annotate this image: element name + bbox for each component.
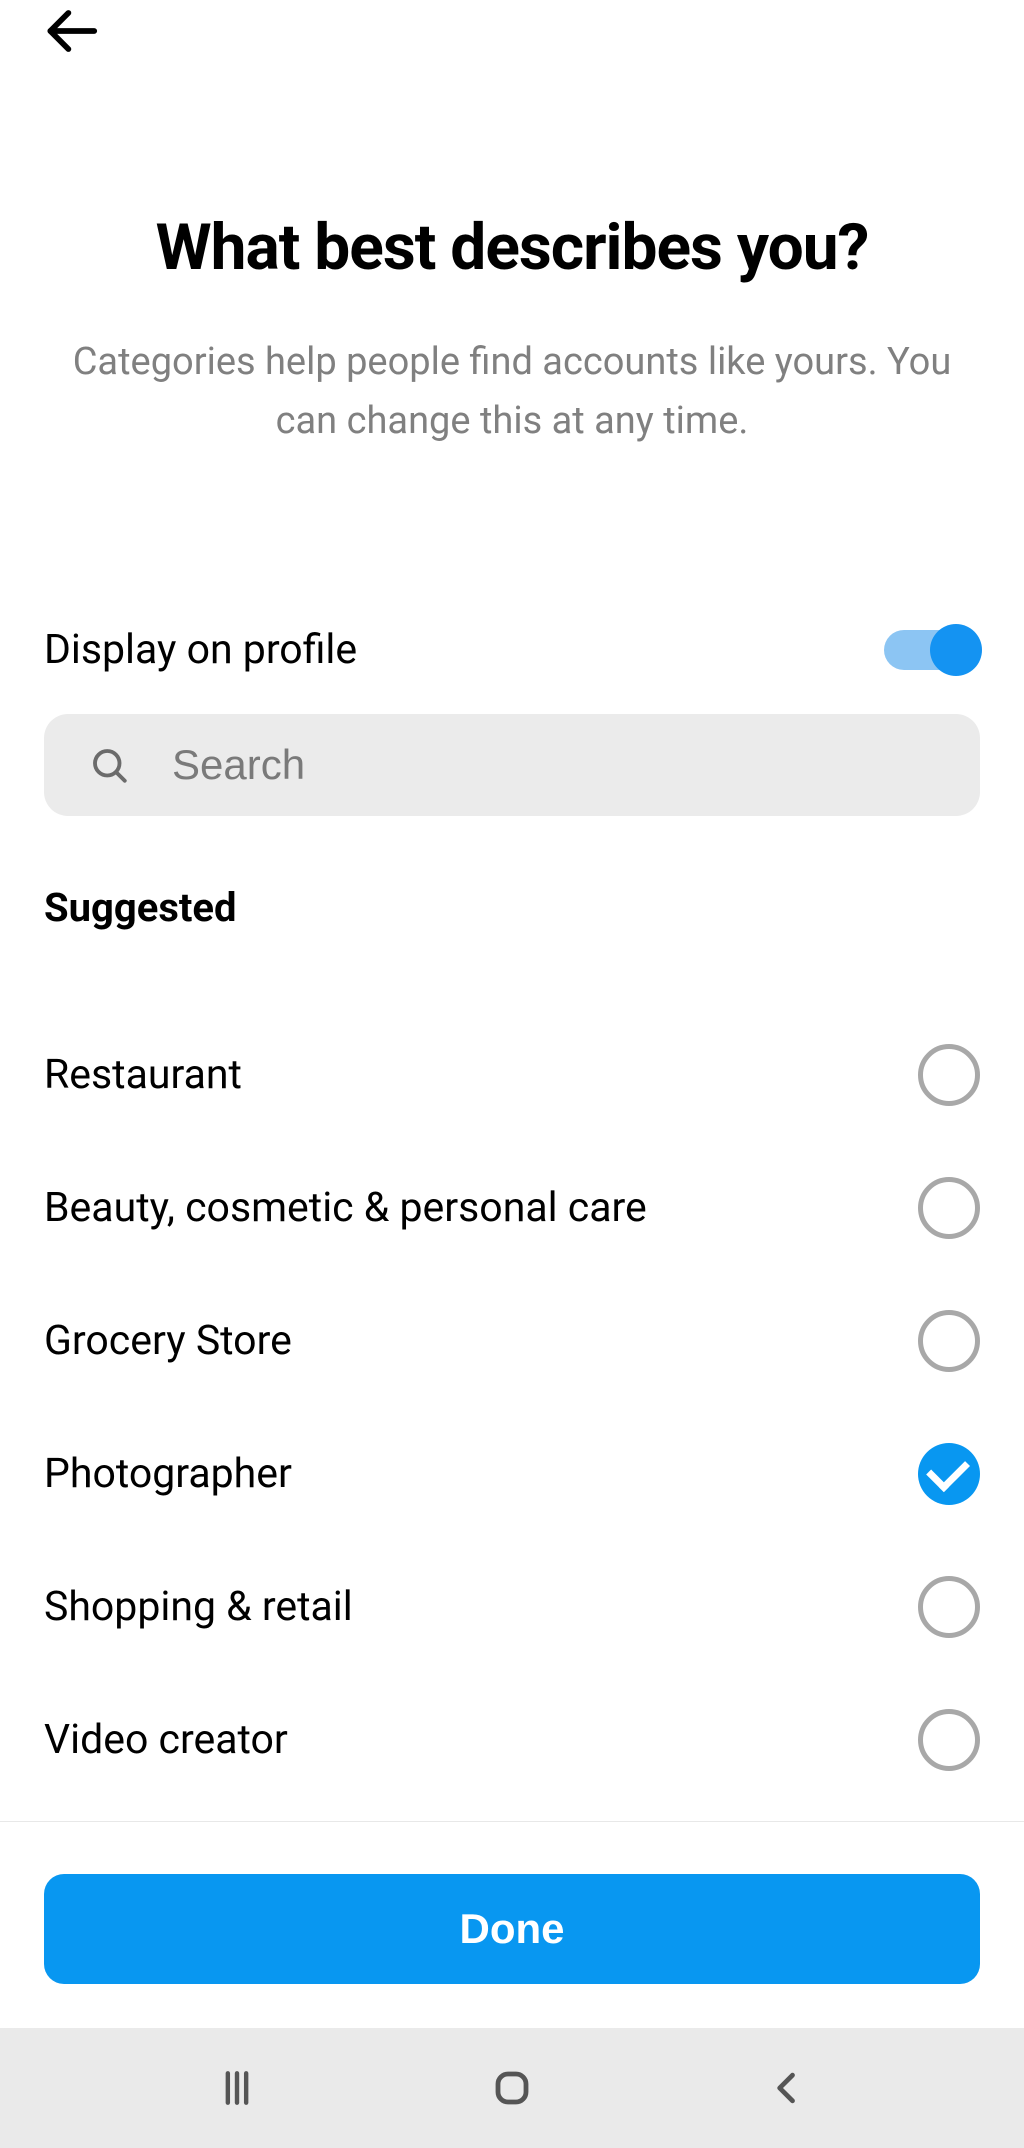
suggested-header: Suggested [44, 884, 980, 931]
category-item-grocery[interactable]: Grocery Store [44, 1275, 980, 1408]
radio-unselected-icon [918, 1709, 980, 1771]
category-label: Video creator [44, 1716, 288, 1764]
category-label: Photographer [44, 1450, 292, 1498]
radio-selected-icon [918, 1443, 980, 1505]
chevron-left-icon [765, 2066, 809, 2110]
page-subtitle: Categories help people find accounts lik… [44, 333, 980, 451]
category-item-photographer[interactable]: Photographer [44, 1408, 980, 1541]
category-item-restaurant[interactable]: Restaurant [44, 1009, 980, 1142]
display-on-profile-label: Display on profile [44, 626, 357, 674]
system-recents-button[interactable] [207, 2058, 267, 2118]
arrow-left-icon [40, 0, 102, 62]
system-navigation-bar [0, 2028, 1024, 2148]
radio-unselected-icon [918, 1044, 980, 1106]
radio-unselected-icon [918, 1177, 980, 1239]
recents-icon [215, 2066, 259, 2110]
category-label: Grocery Store [44, 1317, 292, 1365]
category-label: Shopping & retail [44, 1583, 353, 1631]
system-home-button[interactable] [482, 2058, 542, 2118]
category-label: Beauty, cosmetic & personal care [44, 1184, 647, 1232]
category-label: Restaurant [44, 1051, 242, 1099]
radio-unselected-icon [918, 1310, 980, 1372]
radio-unselected-icon [918, 1576, 980, 1638]
home-icon [488, 2064, 536, 2112]
search-field[interactable] [44, 714, 980, 816]
search-icon [88, 744, 130, 786]
system-back-button[interactable] [757, 2058, 817, 2118]
category-item-video-creator[interactable]: Video creator [44, 1674, 980, 1807]
done-button[interactable]: Done [44, 1874, 980, 1984]
category-item-beauty[interactable]: Beauty, cosmetic & personal care [44, 1142, 980, 1275]
search-input[interactable] [172, 741, 936, 789]
category-list: Restaurant Beauty, cosmetic & personal c… [44, 1009, 980, 1807]
display-on-profile-toggle[interactable] [884, 630, 980, 670]
back-button[interactable] [40, 0, 102, 66]
category-item-shopping[interactable]: Shopping & retail [44, 1541, 980, 1674]
page-title: What best describes you? [44, 210, 980, 285]
